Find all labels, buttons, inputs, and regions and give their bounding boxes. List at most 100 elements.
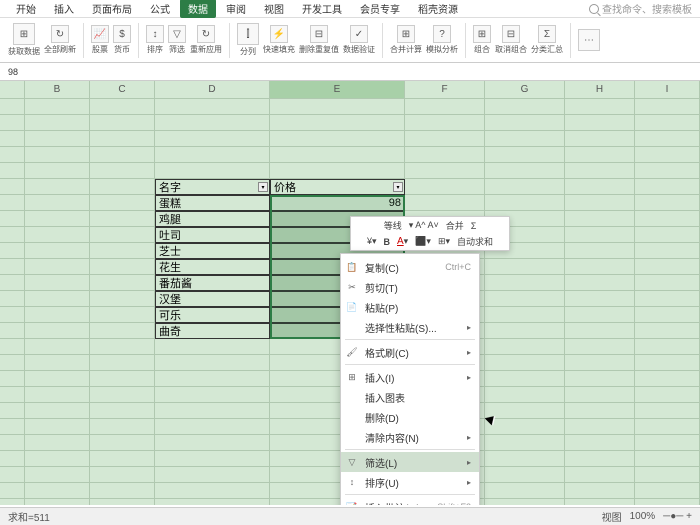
- worksheet: BCDEFGHI 名字▾价格▾蛋糕98鸡腿吐司88芝士花生番茄酱汉堡可乐曲奇 等…: [0, 81, 700, 505]
- mt-autosum[interactable]: 自动求和: [455, 235, 495, 248]
- ribbon-consolidate[interactable]: ⊞: [397, 25, 415, 43]
- menu-item[interactable]: 删除(D): [341, 407, 479, 427]
- col-header-E[interactable]: E: [270, 81, 405, 99]
- tab-insert[interactable]: 插入: [46, 0, 82, 18]
- ribbon-subtotal[interactable]: Σ: [538, 25, 556, 43]
- menu-label: 删除(D): [365, 410, 399, 425]
- mini-toolbar: 等线 ▾ A^ A˅ 合并 Σ ¥▾ B A▾ ⬛▾ ⊞▾ 自动求和: [350, 216, 510, 251]
- mt-fill[interactable]: ⬛▾: [413, 236, 433, 247]
- tab-layout[interactable]: 页面布局: [84, 0, 140, 18]
- name-box-bar: 98: [0, 63, 700, 81]
- filter-dropdown-icon[interactable]: ▾: [258, 182, 268, 192]
- menu-label: 清除内容(N): [365, 430, 419, 445]
- col-header-G[interactable]: G: [485, 81, 565, 99]
- col-header-[interactable]: [0, 81, 25, 99]
- table-cell[interactable]: 可乐: [155, 307, 270, 323]
- name-box[interactable]: 98: [8, 67, 48, 77]
- menu-item[interactable]: ✂剪切(T): [341, 277, 479, 297]
- col-header-I[interactable]: I: [635, 81, 700, 99]
- ribbon-whatif[interactable]: ?: [433, 25, 451, 43]
- menu-label: 排序(U): [365, 475, 399, 490]
- mt-border[interactable]: ⊞▾: [436, 236, 452, 247]
- zoom-slider[interactable]: ─●─ +: [663, 511, 692, 522]
- table-cell[interactable]: 汉堡: [155, 291, 270, 307]
- menu-item[interactable]: 📝插入批注(M)Shift+F2: [341, 497, 479, 505]
- menu-icon: ▽: [346, 456, 358, 468]
- submenu-arrow-icon: ▸: [467, 348, 471, 357]
- menu-item[interactable]: 插入图表: [341, 387, 479, 407]
- ribbon-flashfill[interactable]: ⚡: [270, 25, 288, 43]
- table-cell[interactable]: 曲奇: [155, 323, 270, 339]
- table-cell[interactable]: 鸡腿: [155, 211, 270, 227]
- table-cell[interactable]: 吐司: [155, 227, 270, 243]
- filter-dropdown-icon[interactable]: ▾: [393, 182, 403, 192]
- tab-view[interactable]: 视图: [256, 0, 292, 18]
- ribbon-more[interactable]: ⋯: [578, 29, 600, 51]
- menu-icon: 📝: [346, 501, 358, 505]
- col-header-D[interactable]: D: [155, 81, 270, 99]
- menu-item[interactable]: 📋复制(C)Ctrl+C: [341, 257, 479, 277]
- menu-item[interactable]: ▽筛选(L)▸: [341, 452, 479, 472]
- tab-formula[interactable]: 公式: [142, 0, 178, 18]
- submenu-arrow-icon: ▸: [467, 433, 471, 442]
- tab-member[interactable]: 会员专享: [352, 0, 408, 18]
- col-header-B[interactable]: B: [25, 81, 90, 99]
- menu-icon: [346, 391, 358, 403]
- ribbon-filter[interactable]: ▽: [168, 25, 186, 43]
- menu-item[interactable]: ↕排序(U)▸: [341, 472, 479, 492]
- table-cell[interactable]: 98: [270, 195, 405, 211]
- table-cell[interactable]: 蛋糕: [155, 195, 270, 211]
- tab-review[interactable]: 审阅: [218, 0, 254, 18]
- ribbon-getdata[interactable]: ⊞: [13, 23, 35, 45]
- menu-label: 复制(C): [365, 260, 399, 275]
- ribbon-dedup[interactable]: ⊟: [310, 25, 328, 43]
- ribbon-refresh[interactable]: ↻: [51, 25, 69, 43]
- table-cell[interactable]: 芝士: [155, 243, 270, 259]
- ribbon-stocks[interactable]: 📈: [91, 25, 109, 43]
- mt-font[interactable]: 等线: [382, 219, 404, 232]
- menu-label: 粘贴(P): [365, 300, 398, 315]
- col-header-C[interactable]: C: [90, 81, 155, 99]
- tab-start[interactable]: 开始: [8, 0, 44, 18]
- ribbon-currency[interactable]: $: [113, 25, 131, 43]
- menu-icon: [346, 411, 358, 423]
- mt-bold[interactable]: B: [382, 237, 393, 247]
- table-cell[interactable]: 花生: [155, 259, 270, 275]
- menu-item[interactable]: 🖌格式刷(C)▸: [341, 342, 479, 362]
- menu-icon: [346, 431, 358, 443]
- ribbon-validate[interactable]: ✓: [350, 25, 368, 43]
- ribbon: ⊞获取数据 ↻全部刷新 📈股票 $货币 ↕排序 ▽筛选 ↻重新应用 ⫿分列 ⚡快…: [0, 18, 700, 63]
- mt-fontcolor[interactable]: A▾: [395, 236, 410, 247]
- col-header-F[interactable]: F: [405, 81, 485, 99]
- status-bar: 求和=511 视图 100% ─●─ +: [0, 507, 700, 525]
- search-box[interactable]: 查找命令、搜索模板: [589, 1, 692, 16]
- table-cell[interactable]: 番茄酱: [155, 275, 270, 291]
- menu-label: 选择性粘贴(S)...: [365, 320, 437, 335]
- mt-merge[interactable]: 合并: [444, 219, 466, 232]
- ribbon-ungroup[interactable]: ⊟: [502, 25, 520, 43]
- status-zoom[interactable]: 100%: [630, 511, 656, 522]
- menu-label: 剪切(T): [365, 280, 398, 295]
- menu-item[interactable]: 选择性粘贴(S)...▸: [341, 317, 479, 337]
- tab-dev[interactable]: 开发工具: [294, 0, 350, 18]
- mt-fontsize[interactable]: ▾ A^ A˅: [407, 220, 441, 231]
- menu-item[interactable]: 📄 粘贴(P): [341, 297, 479, 317]
- table-header[interactable]: 价格▾: [270, 179, 405, 195]
- table-header[interactable]: 名字▾: [155, 179, 270, 195]
- menu-icon: 📋: [346, 261, 358, 273]
- menu-icon: 📄: [346, 301, 358, 313]
- col-header-H[interactable]: H: [565, 81, 635, 99]
- tab-data[interactable]: 数据: [180, 0, 216, 18]
- submenu-arrow-icon: ▸: [467, 458, 471, 467]
- menu-item[interactable]: 清除内容(N) ▸: [341, 427, 479, 447]
- search-icon: [589, 4, 599, 14]
- mt-numfmt[interactable]: ¥▾: [365, 236, 379, 247]
- tab-resource[interactable]: 稻壳资源: [410, 0, 466, 18]
- mt-sum[interactable]: Σ: [469, 221, 479, 231]
- ribbon-sort[interactable]: ↕: [146, 25, 164, 43]
- menu-item[interactable]: ⊞插入(I)▸: [341, 367, 479, 387]
- status-views[interactable]: 视图: [602, 509, 622, 524]
- ribbon-reapply[interactable]: ↻: [197, 25, 215, 43]
- ribbon-group[interactable]: ⊞: [473, 25, 491, 43]
- ribbon-textcol[interactable]: ⫿: [237, 23, 259, 45]
